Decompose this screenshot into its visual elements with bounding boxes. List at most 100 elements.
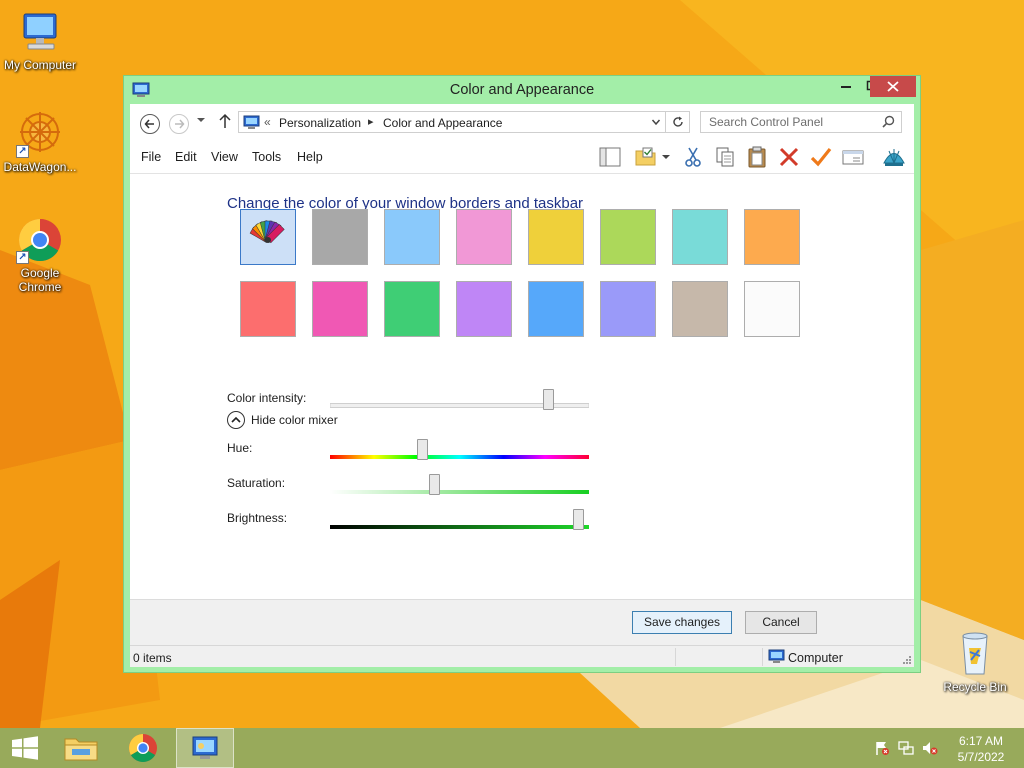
color-swatch-teal[interactable] (672, 209, 728, 265)
swatch-fill (313, 282, 367, 336)
saturation-label: Saturation: (227, 476, 286, 490)
hue-slider[interactable] (330, 439, 589, 460)
search-icon[interactable] (882, 115, 895, 128)
search-input[interactable] (701, 112, 877, 132)
navigation-bar: « Personalization ▸ Color and Appearance (130, 104, 914, 140)
resize-grip-icon[interactable] (902, 655, 912, 665)
taskbar-control-panel[interactable] (176, 728, 234, 768)
desktop-icon-my-computer[interactable]: My Computer (0, 8, 80, 72)
color-swatch-taupe[interactable] (672, 281, 728, 337)
content-area: Change the color of your window borders … (130, 174, 914, 599)
volume-muted-icon[interactable] (922, 740, 938, 756)
paste-icon[interactable] (745, 146, 769, 168)
swatch-fill (457, 282, 511, 336)
forward-button[interactable] (169, 114, 189, 134)
color-intensity-thumb[interactable] (543, 389, 554, 410)
swatch-fill (673, 282, 727, 336)
cut-icon[interactable] (681, 146, 705, 168)
title-bar[interactable]: Color and Appearance (124, 76, 920, 104)
desktop-icon-google-chrome[interactable]: ↗ Google Chrome (0, 216, 80, 294)
menu-view[interactable]: View (211, 150, 238, 164)
saturation-thumb[interactable] (429, 474, 440, 495)
window-title: Color and Appearance (449, 82, 595, 98)
network-icon[interactable] (898, 740, 914, 756)
minimize-button[interactable] (833, 76, 859, 97)
mixer-toggle-button[interactable] (227, 411, 245, 429)
back-arrow-icon (144, 119, 154, 129)
color-swatch-orange[interactable] (744, 209, 800, 265)
computer-icon (768, 649, 785, 663)
brightness-label: Brightness: (227, 511, 288, 525)
desktop-icon-label: Recycle Bin (943, 680, 1007, 694)
up-arrow-icon (219, 113, 231, 128)
delete-icon[interactable] (777, 146, 801, 168)
menu-edit[interactable]: Edit (175, 150, 197, 164)
item-count: 0 items (133, 651, 172, 665)
dropdown-icon[interactable] (660, 146, 672, 168)
up-button[interactable] (218, 113, 232, 133)
color-swatch-light-blue[interactable] (384, 209, 440, 265)
status-bar: 0 items Computer (130, 645, 914, 667)
layout-pane-icon[interactable] (598, 146, 622, 168)
start-button[interactable] (0, 728, 58, 768)
taskbar-file-explorer[interactable] (52, 728, 110, 768)
control-panel-icon (243, 115, 260, 129)
desktop-icon-datawagon[interactable]: ↗ DataWagon... (0, 110, 80, 174)
menu-help[interactable]: Help (297, 150, 323, 164)
color-swatch-periwinkle[interactable] (600, 281, 656, 337)
cancel-button[interactable]: Cancel (745, 611, 817, 634)
color-swatch-automatic[interactable] (240, 209, 296, 265)
close-button[interactable] (870, 76, 916, 97)
address-bar[interactable]: « Personalization ▸ Color and Appearance (238, 111, 666, 133)
brightness-thumb[interactable] (573, 509, 584, 530)
address-dropdown-button[interactable] (651, 115, 661, 132)
recent-locations-button[interactable] (196, 116, 206, 126)
swatch-fill (529, 282, 583, 336)
menu-file[interactable]: File (141, 150, 161, 164)
back-button[interactable] (140, 114, 160, 134)
color-swatch-lime[interactable] (600, 209, 656, 265)
color-swatch-red[interactable] (240, 281, 296, 337)
hue-label: Hue: (227, 441, 253, 455)
breadcrumb-separator-icon[interactable]: ▸ (368, 115, 374, 128)
mixer-toggle-label[interactable]: Hide color mixer (251, 413, 338, 427)
color-swatch-pink[interactable] (456, 209, 512, 265)
clock-time[interactable]: 6:17 AM (957, 734, 1005, 748)
color-swatch-yellow[interactable] (528, 209, 584, 265)
swatch-fill (385, 210, 439, 264)
color-swatch-purple[interactable] (456, 281, 512, 337)
folder-options-icon[interactable] (634, 146, 658, 168)
saturation-slider[interactable] (330, 474, 589, 495)
color-swatch-green[interactable] (384, 281, 440, 337)
breadcrumb-personalization[interactable]: Personalization (279, 116, 361, 130)
clock-date[interactable]: 5/7/2022 (957, 750, 1005, 764)
color-swatch-magenta[interactable] (312, 281, 368, 337)
breadcrumb-overflow-button[interactable]: « (264, 115, 271, 129)
status-divider (762, 648, 763, 666)
refresh-button[interactable] (666, 111, 690, 133)
color-swatch-gray[interactable] (312, 209, 368, 265)
color-intensity-slider[interactable] (329, 389, 590, 410)
swatch-fill (601, 282, 655, 336)
menu-tools[interactable]: Tools (252, 150, 281, 164)
chevron-down-icon (197, 118, 205, 122)
color-swatch-white[interactable] (744, 281, 800, 337)
breadcrumb-color-and-appearance[interactable]: Color and Appearance (383, 116, 502, 130)
control-panel-icon (192, 736, 218, 759)
shortcut-arrow-icon: ↗ (16, 145, 29, 158)
desktop-icon-recycle-bin[interactable]: Recycle Bin (935, 630, 1015, 694)
color-swatch-blue[interactable] (528, 281, 584, 337)
action-center-icon[interactable] (874, 740, 890, 756)
brightness-slider[interactable] (330, 509, 589, 530)
search-box[interactable] (700, 111, 902, 133)
copy-icon[interactable] (713, 146, 737, 168)
taskbar-chrome[interactable] (114, 728, 172, 768)
checkmark-icon[interactable] (809, 146, 833, 168)
properties-icon[interactable] (841, 146, 865, 168)
status-location: Computer (788, 651, 843, 665)
shell-icon[interactable] (882, 146, 906, 168)
save-changes-button[interactable]: Save changes (632, 611, 732, 634)
close-icon (887, 81, 899, 92)
desktop-icon-label: Chrome (18, 280, 62, 294)
hue-thumb[interactable] (417, 439, 428, 460)
